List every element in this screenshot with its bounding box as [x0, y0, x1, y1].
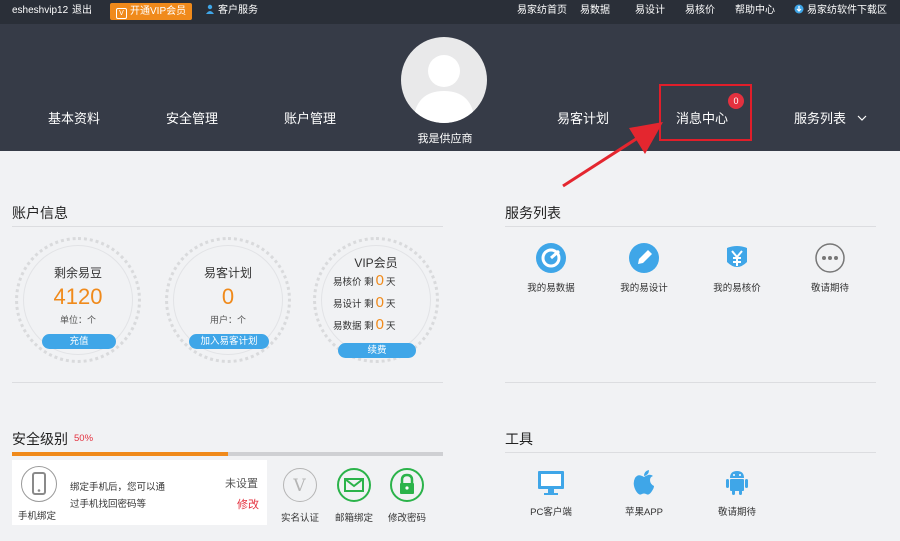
security-title: 安全级别 [12, 431, 68, 447]
chevron-down-icon [857, 115, 867, 121]
username[interactable]: esheshvip12 [12, 0, 68, 22]
beans-card: 剩余易豆 4120 单位：个 充值 [15, 237, 141, 363]
join-plan-button[interactable]: 加入易客计划 [189, 334, 269, 349]
tools-title: 工具 [505, 431, 533, 447]
tool-apple-app[interactable]: 苹果APP [604, 466, 684, 518]
beans-value: 4120 [53, 284, 103, 309]
chart-icon [536, 243, 566, 273]
user-icon [206, 4, 214, 14]
lock-icon[interactable] [390, 468, 424, 502]
vip-row-design: 易设计 剩0天 [333, 294, 396, 311]
plan-unit: 用户：个 [209, 315, 246, 325]
download-link[interactable]: 易家纺软件下载区 [794, 0, 887, 22]
plan-value: 0 [221, 284, 235, 309]
user-role: 我是供应商 [417, 133, 473, 145]
link-data[interactable]: 易数据 [580, 0, 610, 22]
customer-service-link[interactable]: 客户服务 [205, 0, 258, 22]
top-bar: esheshvip12 退出 V 开通VIP会员 客户服务 易家纺首页 易数据 易… [0, 0, 900, 24]
divider [12, 382, 443, 383]
logout-link[interactable]: 退出 [72, 0, 92, 22]
tool-android-coming-soon[interactable]: 敬请期待 [697, 466, 777, 518]
divider [505, 452, 876, 453]
nav-services[interactable]: 服务列表 [794, 108, 867, 127]
android-icon [726, 471, 748, 495]
email-label: 邮箱绑定 [335, 513, 374, 524]
phone-icon[interactable] [21, 466, 57, 502]
service-my-data[interactable]: 我的易数据 [511, 242, 591, 294]
avatar[interactable] [401, 37, 487, 123]
link-design[interactable]: 易设计 [635, 0, 665, 22]
vip-row-price: 易核价 剩0天 [333, 272, 396, 289]
vip-title: VIP会员 [354, 256, 398, 270]
tool-pc-client[interactable]: PC客户端 [511, 466, 591, 518]
open-vip-button[interactable]: V 开通VIP会员 [110, 3, 193, 20]
yuan-icon [727, 246, 747, 267]
security-level: 50% [74, 433, 94, 444]
change-password-label: 修改密码 [388, 513, 427, 524]
account-title: 账户信息 [12, 205, 68, 221]
monitor-icon [538, 471, 564, 495]
pointer-arrow-icon [562, 122, 663, 188]
vip-icon: V [116, 8, 127, 19]
svg-text:V: V [292, 476, 306, 496]
apple-icon [633, 470, 654, 495]
security-progress-bar [12, 452, 443, 456]
plan-card: 易客计划 0 用户：个 加入易客计划 [165, 237, 291, 363]
divider [505, 226, 876, 227]
phone-desc-line-2: 过手机找回密码等 [70, 499, 147, 510]
plan-title: 易客计划 [203, 266, 252, 280]
link-home[interactable]: 易家纺首页 [517, 0, 567, 22]
phone-label: 手机绑定 [18, 511, 57, 522]
modify-link[interactable]: 修改 [237, 496, 259, 512]
default-user-icon [413, 55, 475, 123]
vip-row-data: 易数据 剩0天 [333, 316, 396, 333]
link-price[interactable]: 易核价 [685, 0, 715, 22]
service-my-design[interactable]: 我的易设计 [604, 242, 684, 294]
real-name-label: 实名认证 [281, 513, 320, 524]
phone-binding-card: 手机绑定 绑定手机后，您可以通 过手机找回密码等 未设置 修改 [12, 460, 267, 525]
nav-basic-info[interactable]: 基本资料 [48, 108, 100, 127]
download-icon [794, 4, 804, 14]
vip-card: VIP会员 易核价 剩0天 易设计 剩0天 易数据 剩0天 续费 [313, 237, 439, 363]
beans-title: 剩余易豆 [53, 266, 102, 280]
phone-status: 未设置 [225, 478, 258, 490]
nav-account[interactable]: 账户管理 [284, 108, 336, 127]
nav-security[interactable]: 安全管理 [166, 108, 218, 127]
real-name-icon[interactable]: V [283, 468, 317, 502]
email-icon[interactable] [337, 468, 371, 502]
divider [12, 226, 443, 227]
link-help[interactable]: 帮助中心 [735, 0, 775, 22]
renew-button[interactable]: 续费 [338, 343, 416, 358]
more-icon [815, 243, 845, 273]
services-title: 服务列表 [505, 205, 561, 221]
service-my-price[interactable]: 我的易核价 [697, 242, 777, 294]
divider [505, 382, 876, 383]
beans-unit: 单位：个 [59, 315, 96, 325]
pencil-icon [629, 243, 659, 273]
security-progress-fill [12, 452, 228, 456]
service-coming-soon[interactable]: 敬请期待 [790, 242, 870, 294]
recharge-button[interactable]: 充值 [42, 334, 116, 349]
phone-desc-line-1: 绑定手机后，您可以通 [70, 482, 166, 493]
